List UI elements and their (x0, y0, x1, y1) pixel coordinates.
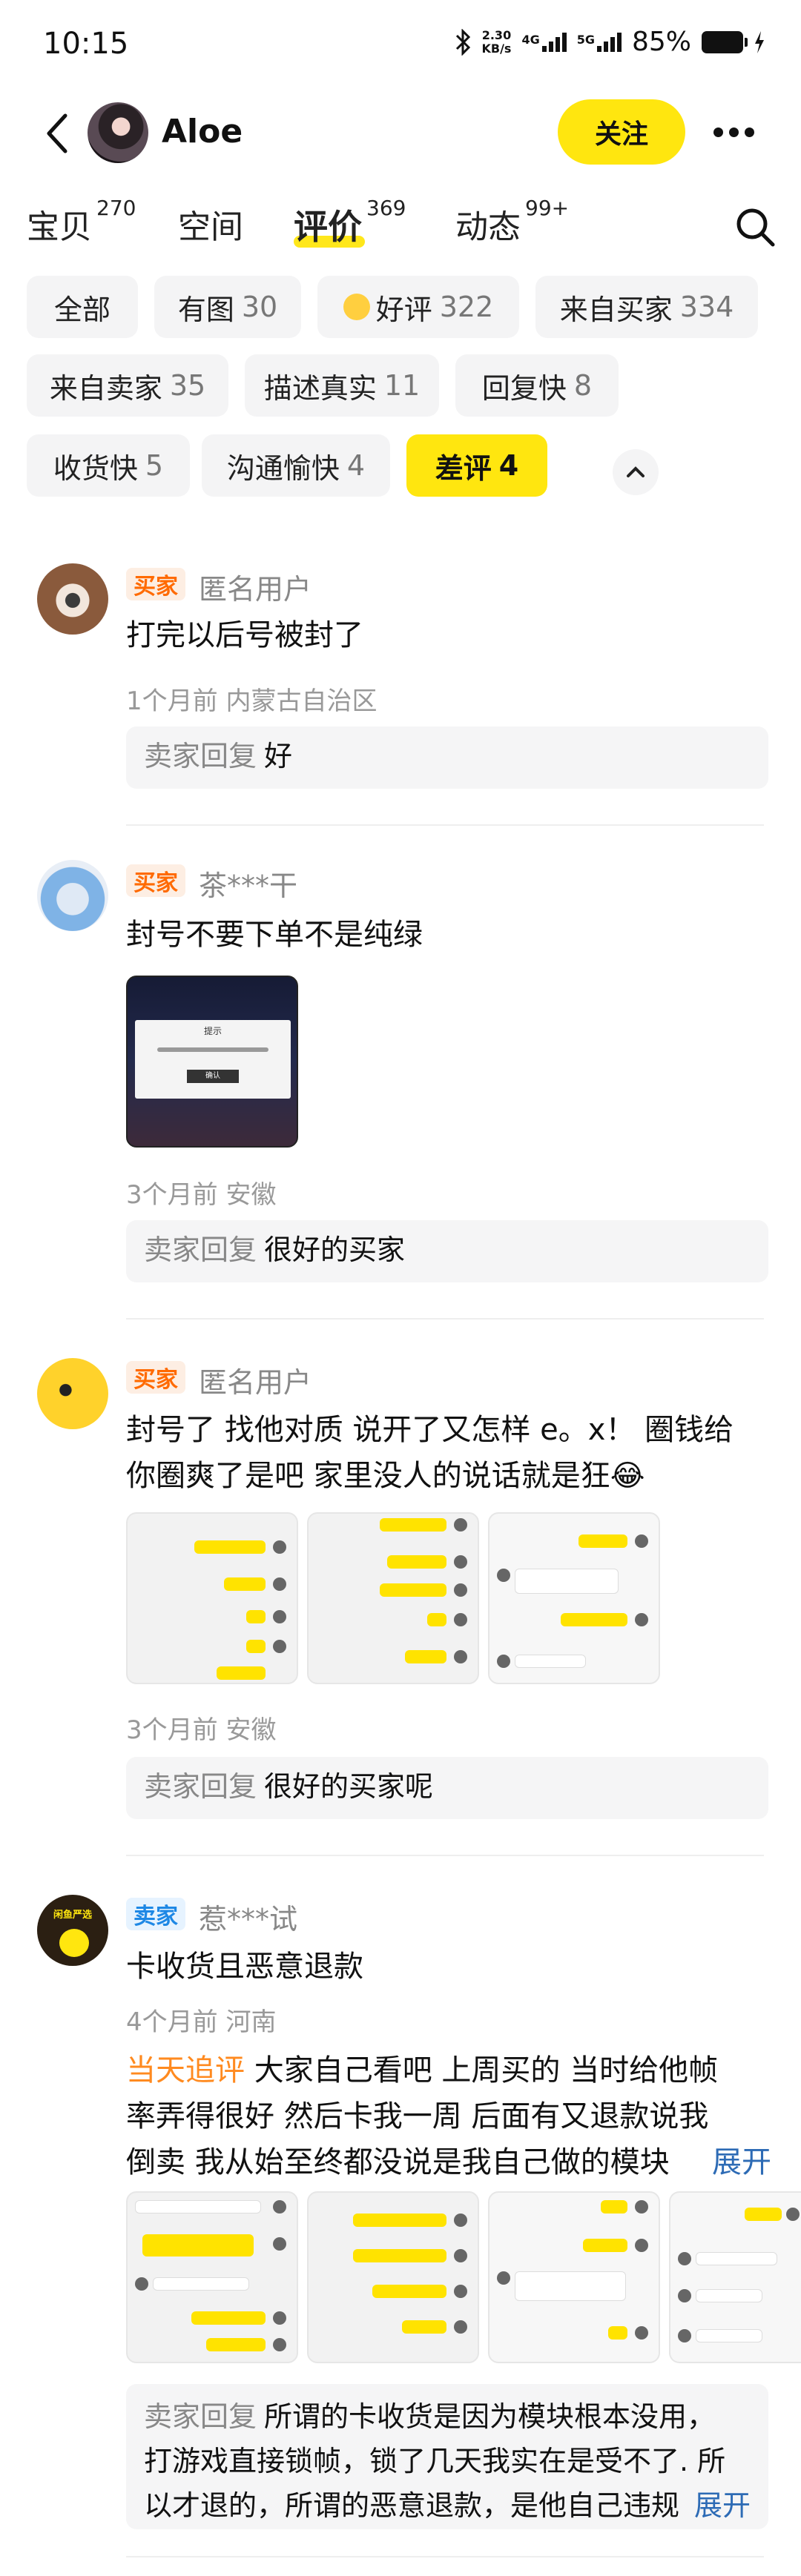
buyer-badge: 买家 (126, 1361, 185, 1394)
filter-accurate-description[interactable]: 描述真实 11 (245, 354, 439, 417)
review-meta: 1个月前 内蒙古自治区 (126, 686, 378, 716)
status-icons: 2.30 KB/s 4G 5G 85% (455, 27, 765, 57)
tab-space[interactable]: 空间 (178, 200, 243, 248)
status-time: 10:15 (43, 27, 129, 61)
back-arrow-icon[interactable] (43, 111, 73, 156)
tab-reviews[interactable]: 评价 369 (294, 196, 406, 249)
reviewer-avatar[interactable] (37, 860, 108, 931)
review-image[interactable]: 提示 确认 (126, 976, 298, 1148)
filter-positive[interactable]: 好评 322 (317, 276, 519, 338)
filter-quick-reply[interactable]: 回复快 8 (455, 354, 619, 417)
battery-icon (702, 30, 748, 53)
seller-reply: 卖家回复好 (126, 726, 768, 789)
user-avatar[interactable] (88, 102, 148, 163)
search-icon[interactable] (734, 206, 776, 248)
divider (126, 2556, 764, 2557)
expand-reply-link[interactable]: 展开 (694, 2483, 751, 2528)
review-image[interactable] (488, 1512, 660, 1684)
followup-tag: 当天追评 (126, 2053, 245, 2087)
expand-link[interactable]: 展开 (712, 2139, 771, 2185)
seller-badge: 卖家 (126, 1898, 185, 1930)
filter-from-seller[interactable]: 来自卖家 35 (27, 354, 228, 417)
seller-reply: 卖家回复 所谓的卡收货是因为模块根本没用， 打游戏直接锁帧，锁了几天我实在是受不了… (126, 2384, 768, 2529)
reviewer-name: 匿名用户 (199, 573, 312, 606)
review-image[interactable] (126, 1512, 298, 1684)
buyer-badge: 买家 (126, 568, 185, 600)
user-name[interactable]: Aloe (162, 113, 243, 150)
divider (126, 1855, 764, 1856)
seller-reply: 卖家回复 很好的买家 (126, 1220, 768, 1282)
reviewer-name: 匿名用户 (199, 1366, 312, 1399)
filter-with-images[interactable]: 有图 30 (154, 276, 301, 338)
review-image[interactable] (126, 2191, 298, 2363)
reviewer-avatar[interactable] (37, 1358, 108, 1429)
filter-pleasant-communication[interactable]: 沟通愉快 4 (202, 434, 390, 497)
review-meta: 4个月前 河南 (126, 2007, 277, 2037)
battery-percent: 85% (631, 27, 691, 57)
review-image[interactable] (307, 2191, 479, 2363)
more-icon[interactable] (713, 128, 754, 137)
review-image[interactable] (307, 1512, 479, 1684)
buyer-badge: 买家 (126, 864, 185, 897)
chevron-up-icon (627, 466, 645, 477)
bluetooth-icon (456, 28, 471, 56)
follow-button[interactable]: 关注 (558, 99, 685, 165)
tab-activity[interactable]: 动态 99+ (455, 196, 569, 248)
review-text: 封号了 找他对质 说开了又怎样 e。x！ 圈钱给 你圈爽了是吧 家里没人的说话就是… (126, 1413, 734, 1493)
review-image[interactable] (488, 2191, 660, 2363)
signal-4g-icon: 4G (521, 32, 567, 52)
reviewer-name: 惹***试 (199, 1903, 298, 1936)
signal-5g-icon: 5G (577, 32, 622, 52)
reviewer-avatar[interactable] (37, 563, 108, 635)
review-meta: 3个月前 安徽 (126, 1715, 277, 1745)
review-image[interactable] (669, 2191, 801, 2363)
review-text: 封号不要下单不是纯绿 (126, 918, 423, 952)
review-text: 打完以后号被封了 (126, 618, 363, 652)
filter-negative[interactable]: 差评 4 (406, 434, 547, 497)
divider (126, 824, 764, 826)
reviewer-name: 茶***干 (199, 870, 298, 902)
divider (126, 1318, 764, 1320)
tab-items[interactable]: 宝贝 270 (27, 196, 136, 248)
smile-icon (343, 294, 370, 320)
filter-all[interactable]: 全部 (27, 276, 138, 338)
review-meta: 3个月前 安徽 (126, 1180, 277, 1210)
filter-quick-receipt[interactable]: 收货快 5 (27, 434, 190, 497)
network-speed: 2.30 KB/s (481, 27, 512, 56)
seller-reply: 卖家回复 很好的买家呢 (126, 1757, 768, 1819)
charging-icon (755, 30, 764, 53)
reviewer-avatar[interactable]: 闲鱼严选 (37, 1895, 108, 1966)
review-text: 卡收货且恶意退款 (126, 1950, 363, 1984)
collapse-filters-button[interactable] (613, 449, 659, 495)
filter-from-buyer[interactable]: 来自买家 334 (535, 276, 758, 338)
dialog-box: 提示 确认 (135, 1020, 291, 1099)
followup-review: 当天追评 大家自己看吧 上周买的 当时给他帧 率弄得很好 然后卡我一周 后面有又… (126, 2047, 771, 2185)
